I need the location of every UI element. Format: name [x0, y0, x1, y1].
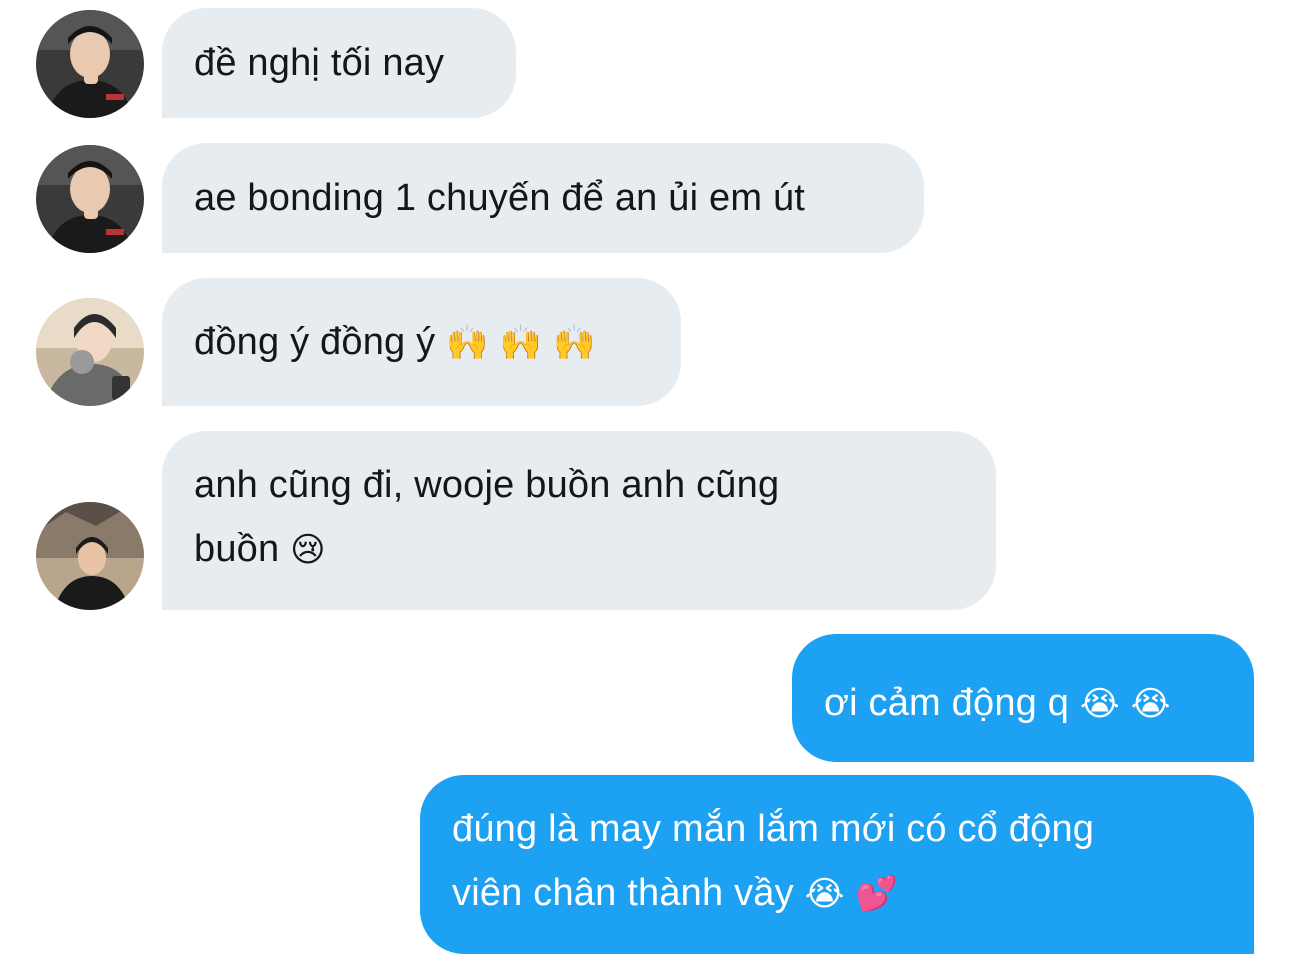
raising-hands-emoji-icon: 🙌 🙌 🙌: [446, 323, 596, 363]
loudly-crying-emoji-icon: 😭 😭: [1079, 684, 1171, 724]
profile-photo-icon: [36, 145, 144, 253]
message-text-line: anh cũng đi, wooje buồn anh cũng: [194, 464, 780, 506]
crying-face-emoji-icon: 😢: [290, 530, 326, 570]
message-text: đề nghị tối nay: [194, 42, 445, 84]
conversation-thread: đề nghị tối nay ae bonding 1 chuyến để a…: [0, 0, 1290, 979]
message-text: đồng ý đồng ý: [194, 321, 447, 363]
avatar[interactable]: [36, 10, 144, 118]
profile-photo-icon: [36, 502, 144, 610]
message-bubble-incoming[interactable]: đề nghị tối nay: [162, 8, 516, 118]
message-text-line: buồn: [194, 528, 291, 570]
crying-and-hearts-emoji-icon: 😭 💕: [804, 874, 899, 914]
message-bubble-outgoing[interactable]: đúng là may mắn lắm mới có cổ động viên …: [420, 775, 1254, 954]
avatar[interactable]: [36, 298, 144, 406]
message-text-line: đúng là may mắn lắm mới có cổ động: [452, 808, 1095, 850]
message-bubble-incoming[interactable]: đồng ý đồng ý 🙌 🙌 🙌: [162, 278, 681, 406]
avatar[interactable]: [36, 502, 144, 610]
message-text: ơi cảm động q: [824, 682, 1080, 724]
avatar[interactable]: [36, 145, 144, 253]
message-bubble-incoming[interactable]: ae bonding 1 chuyến để an ủi em út: [162, 143, 924, 253]
message-text: ae bonding 1 chuyến để an ủi em út: [194, 177, 806, 219]
message-bubble-incoming[interactable]: anh cũng đi, wooje buồn anh cũng buồn 😢: [162, 431, 996, 610]
message-bubble-outgoing[interactable]: ơi cảm động q 😭 😭: [792, 634, 1254, 762]
profile-photo-icon: [36, 298, 144, 406]
profile-photo-icon: [36, 10, 144, 118]
message-text-line: viên chân thành vầy: [452, 872, 805, 914]
